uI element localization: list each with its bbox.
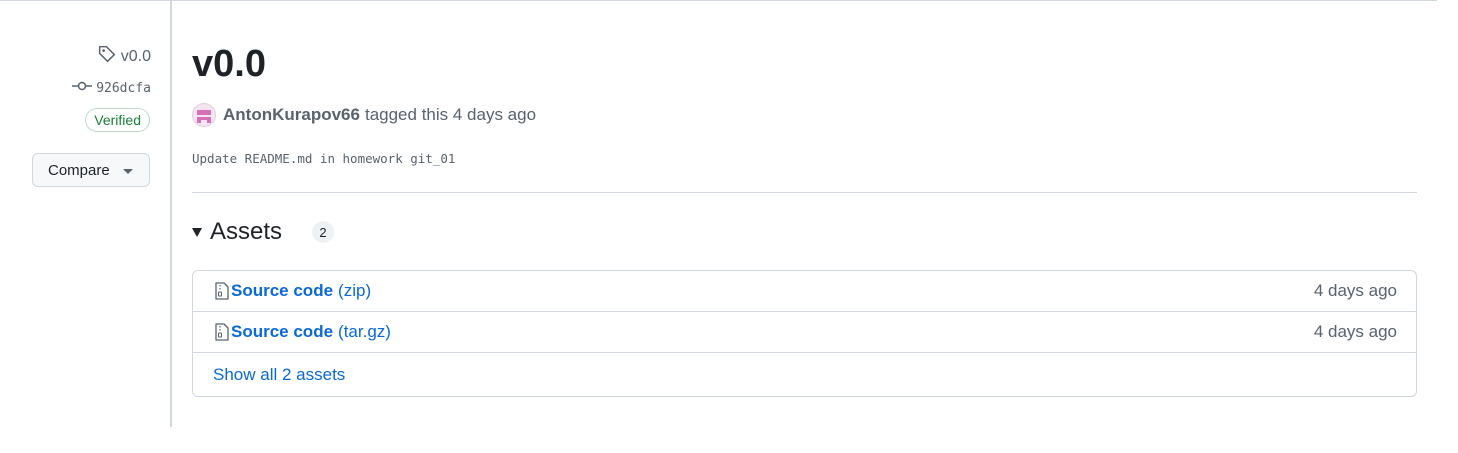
asset-link-format[interactable]: (zip) xyxy=(338,281,371,301)
file-zip-icon xyxy=(215,282,231,300)
asset-link-format[interactable]: (tar.gz) xyxy=(338,322,391,342)
verified-badge[interactable]: Verified xyxy=(85,108,150,132)
release-message: Update README.md in homework git_01 xyxy=(192,151,456,166)
author-link[interactable]: AntonKurapov66 xyxy=(223,105,360,125)
release-title[interactable]: v0.0 xyxy=(192,40,266,88)
assets-count-badge: 2 xyxy=(312,221,335,243)
compare-label: Compare xyxy=(48,161,110,179)
file-zip-icon xyxy=(215,323,231,341)
commit-link[interactable]: 926dcfa xyxy=(72,80,151,96)
asset-link-name[interactable]: Source code xyxy=(231,281,333,301)
asset-link-name[interactable]: Source code xyxy=(231,322,333,342)
assets-toggle[interactable]: Assets 2 xyxy=(192,218,335,246)
top-divider xyxy=(0,0,1437,1)
list-item: Source code (zip) 4 days ago xyxy=(193,271,1416,312)
asset-date: 4 days ago xyxy=(1313,322,1397,341)
list-item: Source code (tar.gz) 4 days ago xyxy=(193,312,1416,353)
release-sidebar: v0.0 926dcfa Verified Compare xyxy=(0,0,172,427)
tag-link[interactable]: v0.0 xyxy=(98,45,151,68)
compare-button[interactable]: Compare xyxy=(32,153,150,187)
commit-sha: 926dcfa xyxy=(96,80,151,96)
tag-name: v0.0 xyxy=(120,47,151,65)
tagged-time-text: tagged this 4 days ago xyxy=(364,105,537,124)
show-all-assets-link[interactable]: Show all 2 assets xyxy=(213,365,345,385)
release-byline: AntonKurapov66 tagged this 4 days ago xyxy=(192,103,536,127)
tag-icon xyxy=(98,45,116,68)
avatar[interactable] xyxy=(192,103,216,127)
commit-icon xyxy=(72,80,93,96)
caret-down-icon xyxy=(192,227,202,237)
chevron-down-icon xyxy=(123,169,133,174)
assets-list: Source code (zip) 4 days ago Source code… xyxy=(192,270,1417,397)
section-divider xyxy=(192,192,1417,193)
asset-date: 4 days ago xyxy=(1313,281,1397,300)
show-all-row: Show all 2 assets xyxy=(193,353,1416,396)
assets-heading: Assets xyxy=(210,218,283,245)
